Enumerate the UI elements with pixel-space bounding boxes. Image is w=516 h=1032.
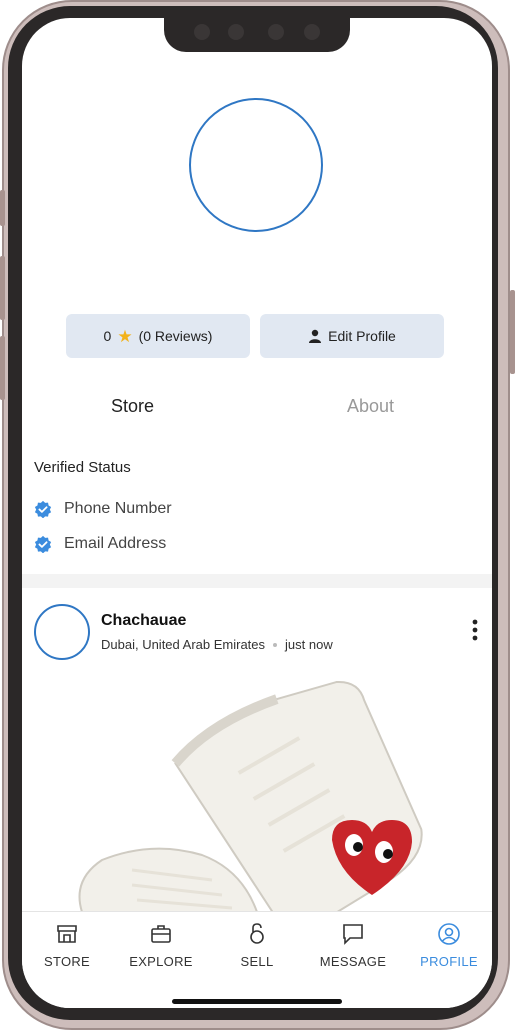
side-button — [0, 256, 5, 320]
message-icon — [343, 924, 363, 945]
post-image-sneaker[interactable] — [62, 680, 442, 912]
profile-icon — [438, 923, 460, 945]
section-divider — [22, 574, 492, 588]
side-button — [0, 190, 5, 226]
nav-label: MESSAGE — [319, 954, 387, 969]
nav-label: EXPLORE — [129, 954, 193, 969]
post-time: just now — [285, 637, 333, 652]
more-options-icon[interactable] — [470, 618, 480, 642]
verified-item-phone: Phone Number — [34, 500, 172, 518]
nav-label: SELL — [240, 954, 274, 969]
user-icon — [309, 329, 322, 343]
verified-check-icon — [34, 535, 52, 553]
post-meta: Dubai, United Arab Emirates just now — [101, 637, 333, 652]
side-button — [510, 290, 515, 374]
reviews-button[interactable]: 0 ★ (0 Reviews) — [66, 314, 250, 358]
nav-item-message[interactable]: MESSAGE — [308, 922, 398, 969]
side-button — [0, 336, 5, 400]
separator-dot — [273, 642, 278, 647]
nav-item-explore[interactable]: EXPLORE — [116, 922, 206, 969]
notch — [164, 18, 350, 52]
tab-store[interactable]: Store — [111, 396, 154, 417]
verified-item-email: Email Address — [34, 535, 166, 553]
post-user-name[interactable]: Chachauae — [101, 612, 186, 630]
rating-value: 0 — [103, 328, 112, 344]
verified-status-title: Verified Status — [34, 459, 131, 476]
edit-profile-label: Edit Profile — [328, 328, 396, 344]
edit-profile-button[interactable]: Edit Profile — [260, 314, 444, 358]
nav-label: PROFILE — [420, 954, 478, 969]
verified-item-label: Email Address — [64, 535, 167, 552]
lock-icon — [250, 923, 264, 944]
reviews-label: (0 Reviews) — [138, 328, 213, 344]
tab-about[interactable]: About — [347, 396, 394, 417]
star-icon: ★ — [117, 326, 133, 346]
nav-label: STORE — [43, 954, 91, 969]
nav-item-profile[interactable]: PROFILE — [404, 922, 492, 969]
nav-item-sell[interactable]: SELL — [212, 922, 302, 969]
nav-item-store[interactable]: STORE — [22, 922, 112, 969]
bottom-nav: STORE EXPLORE SELL MESSAGE PROFILE — [22, 911, 492, 1008]
briefcase-icon — [151, 925, 171, 943]
post-location: Dubai, United Arab Emirates — [101, 637, 266, 652]
home-indicator — [172, 999, 342, 1004]
post-user-avatar[interactable] — [34, 604, 90, 660]
verified-item-label: Phone Number — [64, 500, 172, 517]
verified-check-icon — [34, 500, 52, 518]
screen: 0 ★ (0 Reviews) Edit Profile Store About… — [22, 18, 492, 1008]
store-icon — [57, 925, 77, 943]
profile-avatar[interactable] — [189, 98, 323, 232]
